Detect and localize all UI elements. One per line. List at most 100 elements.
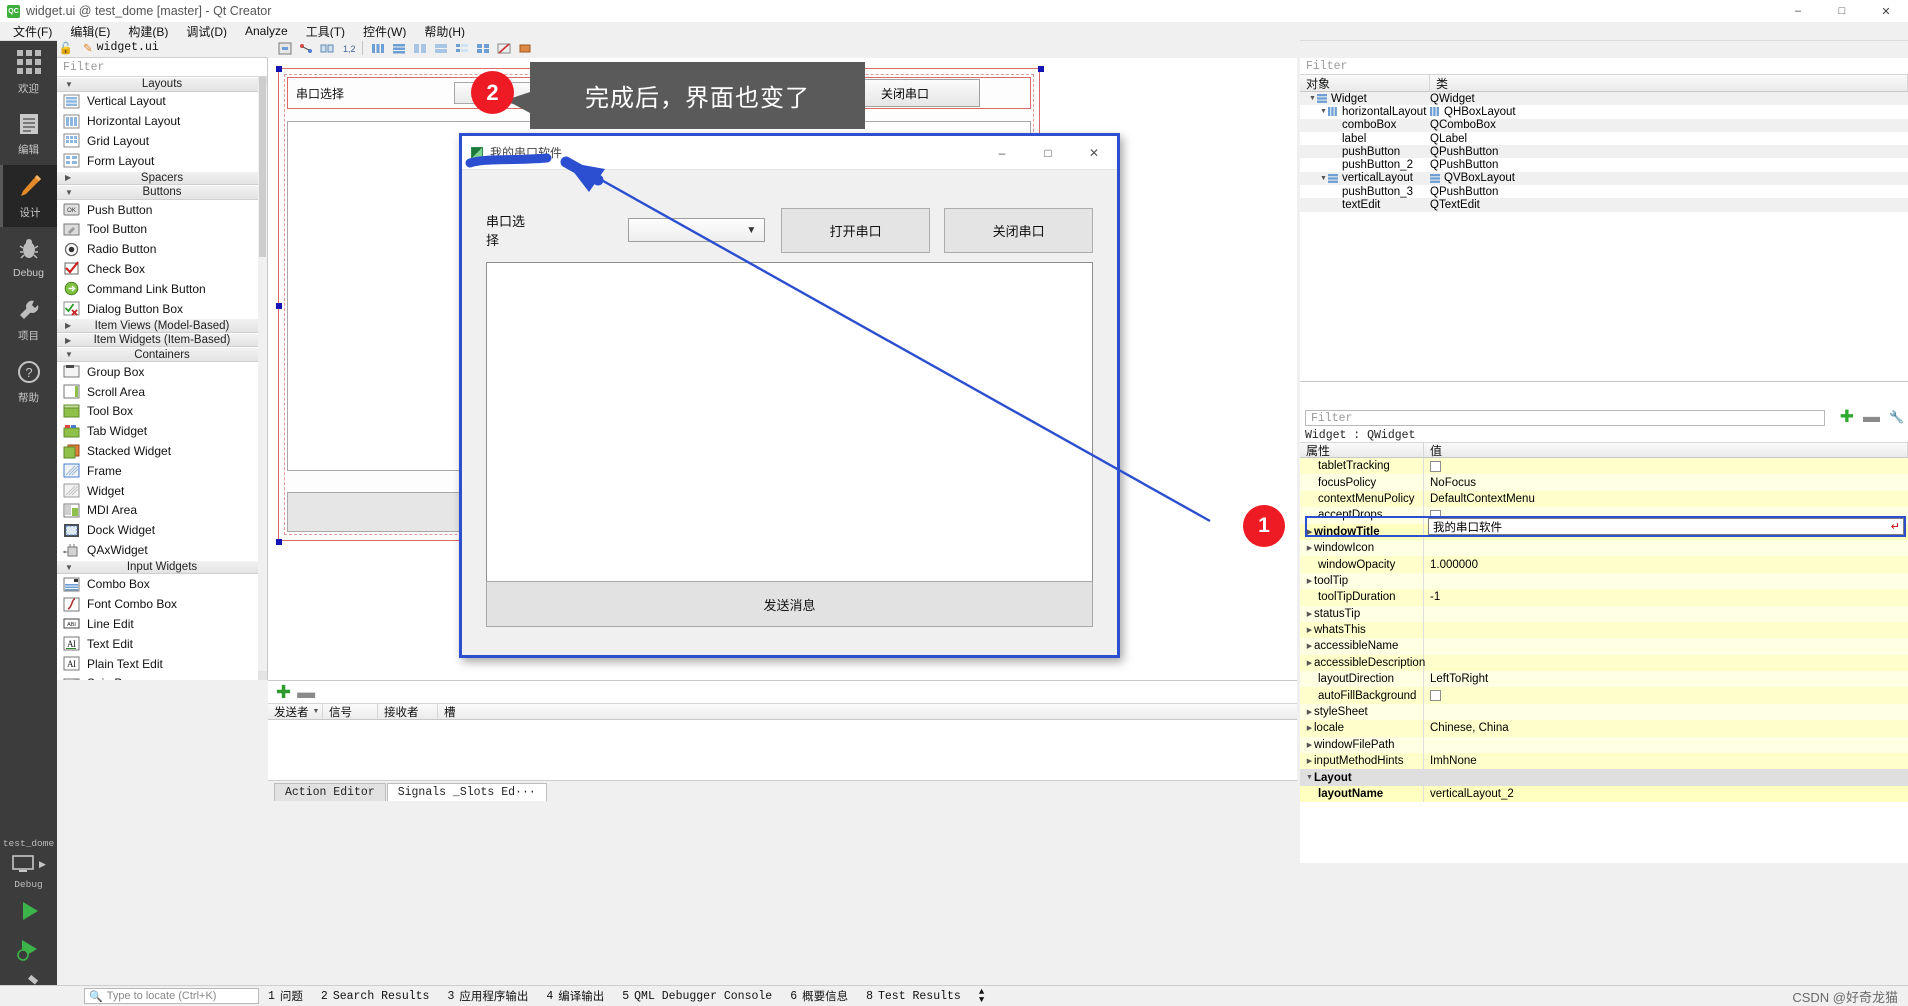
property-row-whatsThis[interactable]: ▶ whatsThis	[1300, 621, 1908, 639]
mode-design[interactable]: 设计	[0, 165, 57, 227]
layout-splitter-v-icon[interactable]	[431, 39, 450, 57]
property-row-inputMethodHints[interactable]: ▶ inputMethodHints ImhNone	[1300, 753, 1908, 770]
widget-item-stacked-widget[interactable]: Stacked Widget	[57, 441, 267, 461]
property-editor-filter[interactable]: Filter	[1305, 410, 1825, 426]
status-item-application-output[interactable]: 3 应用程序输出	[438, 988, 537, 1005]
column-class[interactable]: 类	[1430, 75, 1908, 91]
tree-row-vertical-layout[interactable]: ▼ verticalLayout QVBoxLayout	[1300, 171, 1908, 186]
widget-group-item-views[interactable]: ▶ Item Views (Model-Based)	[57, 318, 267, 333]
scroll-down-arrow-icon[interactable]	[258, 671, 267, 680]
preview-send-message-button[interactable]: 发送消息	[486, 581, 1093, 627]
tree-row-pushbutton[interactable]: pushButton QPushButton	[1300, 145, 1908, 159]
plus-green-icon[interactable]: ✚	[1840, 408, 1854, 425]
widget-item-check-box[interactable]: Check Box	[57, 259, 267, 279]
chevron-right-icon[interactable]: ▶	[1305, 610, 1314, 618]
edit-buddies-icon[interactable]	[317, 39, 336, 57]
resize-handle[interactable]	[1038, 66, 1044, 72]
break-layout-icon[interactable]	[494, 39, 513, 57]
widget-item-combo-box[interactable]: Combo Box	[57, 574, 267, 594]
minus-icon[interactable]: ▬	[297, 683, 315, 701]
preview-application-window[interactable]: 我的串口软件 – □ ✕ 串口选择 ▼ 打开串口 关闭串口 发送消息	[459, 133, 1120, 658]
minimize-icon[interactable]: –	[1776, 0, 1820, 22]
edit-signals-slots-icon[interactable]	[296, 39, 315, 57]
layout-form-icon[interactable]	[452, 39, 471, 57]
wrench-icon[interactable]: 🔧	[1889, 410, 1904, 424]
status-item-general-messages[interactable]: 6 概要信息	[781, 988, 857, 1005]
mode-projects[interactable]: 项目	[0, 289, 57, 351]
column-signal[interactable]: 信号	[323, 704, 378, 719]
debug-run-button[interactable]	[0, 930, 57, 968]
widget-item-line-edit[interactable]: ABI Line Edit	[57, 614, 267, 634]
minimize-icon[interactable]: –	[979, 136, 1025, 170]
column-receiver[interactable]: 接收者	[378, 704, 438, 719]
tree-row-widget[interactable]: ▼ Widget QWidget	[1300, 92, 1908, 106]
column-property[interactable]: 属性	[1300, 443, 1424, 458]
plus-icon[interactable]: ✚	[276, 683, 291, 701]
widget-item-mdi-area[interactable]: MDI Area	[57, 501, 267, 521]
status-item-qml-debugger-console[interactable]: 5 QML Debugger Console	[613, 990, 781, 1003]
edit-tab-order-icon[interactable]: 1,2	[338, 39, 357, 57]
chevron-right-icon[interactable]: ▶	[1305, 757, 1314, 765]
property-row-focusPolicy[interactable]: focusPolicy NoFocus	[1300, 474, 1908, 491]
widget-item-tool-box[interactable]: Tool Box	[57, 402, 267, 422]
checkbox-tabletTracking[interactable]	[1430, 460, 1441, 472]
widget-item-frame[interactable]: Frame	[57, 461, 267, 481]
mode-welcome[interactable]: 欢迎	[0, 41, 57, 103]
layout-horizontally-icon[interactable]	[368, 39, 387, 57]
tab-signals-slots-editor[interactable]: Signals _Slots Ed···	[386, 783, 547, 801]
property-row-toolTipDuration[interactable]: toolTipDuration -1	[1300, 589, 1908, 606]
unlock-icon[interactable]: 🔓	[57, 41, 75, 55]
layout-splitter-h-icon[interactable]	[410, 39, 429, 57]
widget-item-push-button[interactable]: OK Push Button	[57, 200, 267, 220]
chevron-down-icon[interactable]: ▼	[1319, 108, 1328, 115]
tree-row-pushbutton-2[interactable]: pushButton_2 QPushButton	[1300, 158, 1908, 171]
layout-vertically-icon[interactable]	[389, 39, 408, 57]
widget-item-font-combo-box[interactable]: Font Combo Box	[57, 594, 267, 614]
tree-row-pushbutton-3[interactable]: pushButton_3 QPushButton	[1300, 185, 1908, 198]
maximize-icon[interactable]: □	[1025, 136, 1071, 170]
chevron-down-icon[interactable]: ▼	[1319, 175, 1328, 182]
status-item-test-results[interactable]: 8 Test Results	[857, 990, 970, 1003]
resize-handle[interactable]	[276, 66, 282, 72]
preview-combobox[interactable]: ▼	[627, 218, 766, 242]
tree-row-horizontal-layout[interactable]: ▼ horizontalLayout QHBoxLayout	[1300, 105, 1908, 118]
chevron-right-icon[interactable]: ▶	[1305, 626, 1314, 634]
widget-box-scrollbar[interactable]	[258, 77, 267, 680]
tree-row-combobox[interactable]: comboBox QComboBox	[1300, 118, 1908, 132]
minus-gray-icon[interactable]: ▬	[1863, 408, 1880, 425]
property-row-layoutName[interactable]: layoutName verticalLayout_2	[1300, 785, 1908, 803]
widget-item-scroll-area[interactable]: Scroll Area	[57, 382, 267, 402]
widget-item-grid-layout[interactable]: Grid Layout	[57, 131, 267, 151]
chevron-right-icon[interactable]: ▶	[1305, 708, 1314, 716]
adjust-size-icon[interactable]	[515, 39, 534, 57]
chevron-down-icon[interactable]: ▼	[1305, 774, 1314, 781]
status-item-search-results[interactable]: 2 Search Results	[312, 990, 439, 1003]
mode-edit[interactable]: 编辑	[0, 103, 57, 165]
widget-item-text-edit[interactable]: AI Text Edit	[57, 634, 267, 654]
property-row-windowFilePath[interactable]: ▶ windowFilePath	[1300, 736, 1908, 754]
close-icon[interactable]: ✕	[1864, 0, 1908, 22]
edit-widgets-icon[interactable]	[275, 39, 294, 57]
status-item-compile-output[interactable]: 4 编译输出	[537, 988, 613, 1005]
widget-group-containers[interactable]: ▼ Containers	[57, 347, 267, 362]
widget-item-plain-text-edit[interactable]: AI Plain Text Edit	[57, 654, 267, 674]
property-row-locale[interactable]: ▶ locale Chinese, China	[1300, 720, 1908, 737]
property-row-autoFillBackground[interactable]: autoFillBackground	[1300, 687, 1908, 704]
mode-help[interactable]: ? 帮助	[0, 351, 57, 413]
scrollbar-thumb[interactable]	[259, 77, 266, 257]
property-row-statusTip[interactable]: ▶ statusTip	[1300, 605, 1908, 622]
widget-item-widget[interactable]: Widget	[57, 481, 267, 501]
locator-input[interactable]: 🔍 Type to locate (Ctrl+K)	[84, 988, 259, 1004]
widget-item-spin-box[interactable]: 1 Spin Box	[57, 673, 267, 680]
column-sender[interactable]: 发送者 ▼	[268, 704, 323, 719]
widget-item-vertical-layout[interactable]: Vertical Layout	[57, 92, 267, 112]
widget-item-dialog-button-box[interactable]: Dialog Button Box	[57, 299, 267, 319]
property-row-toolTip[interactable]: ▶ toolTip	[1300, 572, 1908, 590]
tab-action-editor[interactable]: Action Editor	[274, 783, 386, 801]
mode-debug[interactable]: Debug	[0, 227, 57, 289]
chevron-right-icon[interactable]: ▶	[1305, 642, 1314, 650]
widget-item-command-link-button[interactable]: Command Link Button	[57, 279, 267, 299]
menu-file[interactable]: 文件(F)	[4, 21, 61, 42]
property-row-windowIcon[interactable]: ▶ windowIcon	[1300, 539, 1908, 557]
kit-target-row[interactable]: ▶	[0, 851, 57, 877]
